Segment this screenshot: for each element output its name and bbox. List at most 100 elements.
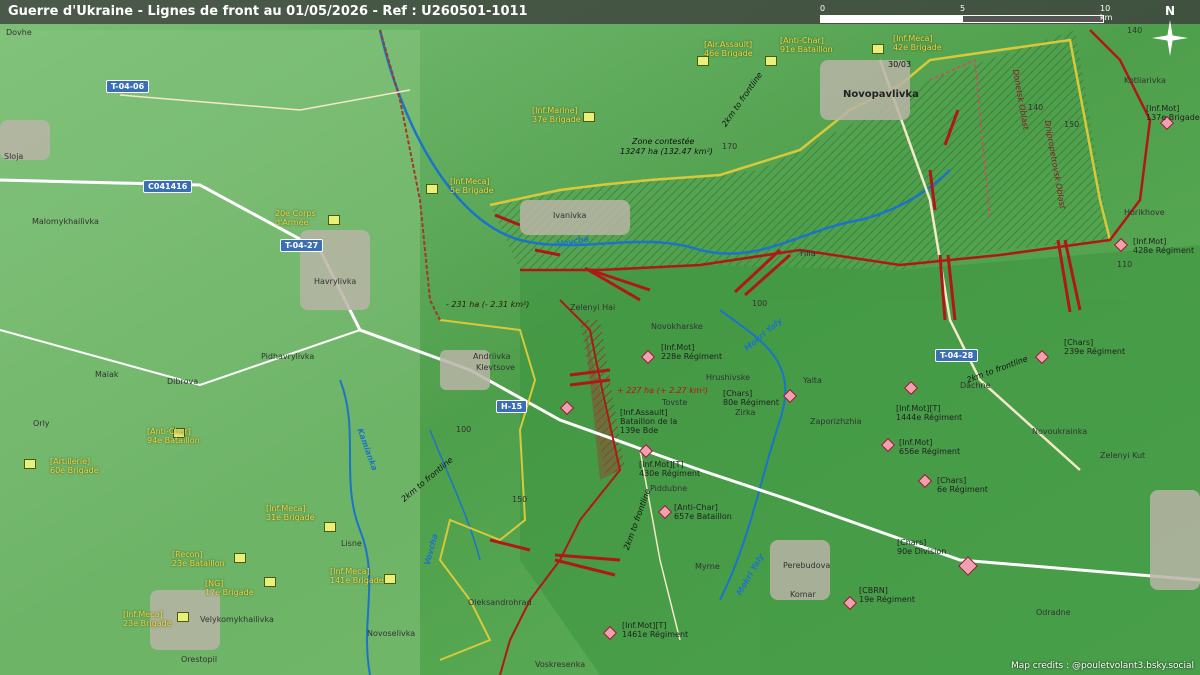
ua-unit-marker[interactable] [765,56,777,66]
unit-name: 228e Régiment [661,352,723,361]
ru-unit-label[interactable]: [Inf.Mot][T] 430e Régiment [639,460,700,478]
contested-zone-label: Zone contestée [632,137,695,146]
elevation-label: 100 [456,425,472,434]
town-label: Odradne [1036,608,1071,617]
unit-type: [Inf.Meca] [123,610,163,619]
town-label: Havrylivka [314,277,357,286]
elevation-label: 110 [1117,260,1133,269]
unit-type: [Chars] [897,538,927,547]
unit-type: [Inf.Mot] [1133,237,1167,246]
unit-type: [Chars] [1064,338,1094,347]
elevation-label: 150 [512,495,528,504]
ru-unit-label[interactable]: [Inf.Mot] 228e Régiment [661,343,722,361]
ua-unit-label[interactable]: [Artillerie] 60e Brigade [50,457,99,475]
ru-unit-label[interactable]: [Chars] 80e Régiment [723,389,779,407]
town-label: Dachne [960,381,991,390]
unit-type: [Anti-Char] [780,36,824,45]
ru-unit-label[interactable]: [Anti-Char] 657e Bataillon [674,503,732,521]
unit-type: 20e Corps [275,209,316,218]
unit-name: 428e Régiment [1133,246,1195,255]
unit-type: [Chars] [723,389,753,398]
ua-unit-label[interactable]: 20e Corps d'Armée [275,209,316,227]
ua-unit-marker[interactable] [234,553,246,563]
ua-unit-marker[interactable] [872,44,884,54]
ru-unit-label[interactable]: [Chars] 90e Division [897,538,946,556]
date-label: 30/03 [888,60,912,69]
elevation-label: 150 [1064,120,1080,129]
ru-unit-label[interactable]: [Chars] 6e Régiment [937,476,988,494]
ua-unit-label[interactable]: [Anti-Char] 94e Bataillon [147,427,200,445]
unit-type: [Inf.Mot] [1146,104,1180,113]
unit-type: [Inf.Mot][T] [622,621,667,630]
map-credits: Map credits : @pouletvolant3.bsky.social [1010,661,1194,671]
ru-unit-label[interactable]: [Inf.Mot] 656e Régiment [899,438,960,456]
ua-unit-label[interactable]: [Inf.Meca] 23e Brigade [123,610,172,628]
unit-name: 23e Bataillon [172,559,225,568]
town-label: Malomykhailivka [32,217,99,226]
ua-unit-label[interactable]: [Inf.Meca] 31e Brigade [266,504,315,522]
road-sign: H-15 [496,400,528,413]
unit-name: 91e Bataillon [780,45,833,54]
road-sign: C041416 [143,180,193,193]
town-label: Maiak [95,370,119,379]
unit-name: 1461e Régiment [622,630,689,639]
ua-unit-label[interactable]: [Inf.Meca] 141e Brigade [330,567,384,585]
scale-segment [962,15,1104,23]
ua-unit-label[interactable]: [Anti-Char] 91e Bataillon [780,36,833,54]
unit-type: [Inf.Meca] [893,34,933,43]
ru-unit-label[interactable]: [Inf.Assault] Bataillon de la 139e Bde [620,408,690,435]
contested-zone-area: 13247 ha (132.47 km²) [620,147,713,156]
north-arrow-icon: N [1148,4,1192,64]
unit-name: 23e Brigade [123,619,172,628]
ru-unit-label[interactable]: [Chars] 239e Régiment [1064,338,1125,356]
ua-unit-marker[interactable] [583,112,595,122]
unit-type: [Artillerie] [50,457,91,466]
ua-unit-label[interactable]: [Inf.Marine] 37e Brigade [532,106,581,124]
unit-type: [Inf.Mot][T] [639,460,684,469]
town-label: Tovste [662,398,688,407]
unit-name: 239e Régiment [1064,347,1126,356]
ua-unit-label[interactable]: [Inf.Meca] 42e Brigade [893,34,942,52]
unit-name: 46e Brigade [704,49,753,58]
town-label: Piddubne [650,484,688,493]
ru-unit-label[interactable]: [Inf.Mot][T] 1461e Régiment [622,621,688,639]
elevation-label: 170 [722,142,738,151]
unit-type: [Anti-Char] [674,503,718,512]
town-label: Klevtsove [476,363,515,372]
ua-unit-marker[interactable] [264,577,276,587]
unit-name: 6e Régiment [937,485,988,494]
ua-unit-marker[interactable] [324,522,336,532]
ua-unit-label[interactable]: [NG] 17e Brigade [205,579,254,597]
unit-name: 31e Brigade [266,513,315,522]
area-loss-label: - 231 ha (- 2.31 km²) [446,300,530,309]
town-label: Yalta [803,376,822,385]
ua-unit-marker[interactable] [24,459,36,469]
elevation-label: 140 [1028,103,1044,112]
ru-unit-label[interactable]: [Inf.Mot] 137e Brigade [1146,104,1200,122]
ru-unit-label[interactable]: [Inf.Mot][T] 1444e Régiment [896,404,962,422]
ua-unit-label[interactable]: [Air.Assault] 46e Brigade [704,40,753,58]
unit-name: 90e Division [897,547,947,556]
elevation-label: 140 [1127,26,1143,35]
ua-unit-marker[interactable] [426,184,438,194]
town-label: Myrne [695,562,720,571]
town-label: Novoukrainka [1032,427,1088,436]
town-label: Dibrova [167,377,199,386]
unit-type: [Inf.Meca] [266,504,306,513]
unit-type: [Inf.Mot] [661,343,695,352]
unit-name: 1444e Régiment [896,413,963,422]
unit-name: 141e Brigade [330,576,384,585]
town-label: Voskresenka [535,660,586,669]
ua-unit-marker[interactable] [384,574,396,584]
compass-icon [1152,20,1188,56]
ru-unit-label[interactable]: [Inf.Mot] 428e Régiment [1133,237,1194,255]
ua-unit-label[interactable]: [Recon] 23e Bataillon [172,550,225,568]
unit-name: 94e Bataillon [147,436,200,445]
ru-unit-label[interactable]: [CBRN] 19e Régiment [859,586,915,604]
ua-unit-marker[interactable] [177,612,189,622]
unit-type: [Inf.Meca] [330,567,370,576]
ua-unit-label[interactable]: [Inf.Meca] 5e Brigade [450,177,494,195]
map-canvas[interactable]: Guerre d'Ukraine - Lignes de front au 01… [0,0,1200,675]
ua-unit-marker[interactable] [328,215,340,225]
town-label: Hrushivske [706,373,751,382]
